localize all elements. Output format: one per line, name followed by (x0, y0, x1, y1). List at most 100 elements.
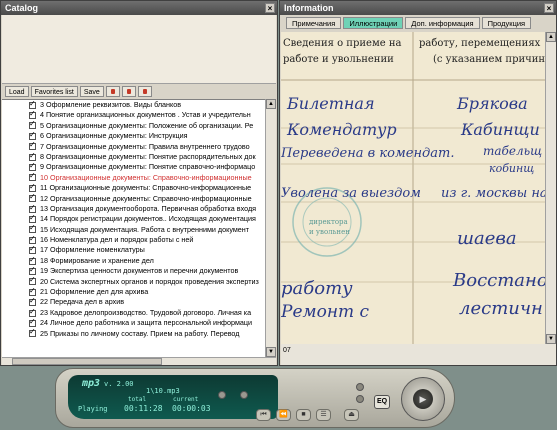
scroll-down-arrow-icon[interactable]: ▼ (266, 347, 276, 357)
hand-line-1: Билетная (287, 94, 375, 113)
checkbox[interactable] (29, 318, 36, 327)
list-item[interactable]: 11 Организационные документы: Справочно-… (2, 183, 265, 193)
track-name: 1\10.mp3 (146, 387, 180, 395)
list-item-label: 3 Оформление реквизитов. Виды бланков (40, 100, 182, 109)
checkbox[interactable] (29, 235, 36, 244)
list-item[interactable]: 7 Организационные документы: Правила вну… (2, 142, 265, 152)
horizontal-scroll-thumb[interactable] (12, 358, 162, 365)
checkbox[interactable] (29, 245, 36, 255)
checkbox[interactable] (29, 214, 36, 223)
stop-button[interactable]: ■ (296, 409, 311, 421)
play-button-icon[interactable]: ▶ (413, 389, 433, 409)
delete-icon[interactable] (137, 85, 152, 97)
playlist-button[interactable]: ☰ (316, 409, 331, 421)
list-item-label: 24 Личное дело работника и защита персон… (40, 318, 253, 328)
checkbox[interactable] (29, 266, 36, 275)
list-item[interactable]: 14 Порядок регистрации документов.. Исхо… (2, 214, 265, 224)
document-illustration: Сведения о приеме на работе и увольнении… (281, 32, 545, 344)
checkbox[interactable] (29, 297, 36, 307)
list-item[interactable]: 8 Организационные документы: Понятие рас… (2, 152, 265, 162)
load-button[interactable]: Load (5, 85, 29, 97)
checkbox[interactable] (29, 142, 36, 151)
list-item[interactable]: 12 Организационные документы: Справочно-… (2, 194, 265, 204)
checkbox[interactable] (29, 110, 36, 119)
hand-line-5: Брякова (457, 94, 528, 113)
checkbox[interactable] (29, 152, 36, 161)
jog-dial[interactable]: ▶ (401, 377, 445, 421)
prev-track-button[interactable]: ⏮ (256, 409, 271, 421)
list-item[interactable]: 4 Понятие организационных документов . У… (2, 110, 265, 120)
list-item[interactable]: 23 Кадровое делопроизводство. Трудовой д… (2, 308, 265, 318)
catalog-window: Catalog × Load Favorites list Save 3 Офо… (0, 0, 278, 366)
list-item[interactable]: 3 Оформление реквизитов. Виды бланков (2, 100, 265, 110)
list-item-label: 11 Организационные документы: Справочно-… (40, 183, 252, 193)
info-scroll-down-arrow-icon[interactable]: ▼ (546, 334, 556, 344)
tab-notes[interactable]: Примечания (286, 17, 342, 29)
checkbox[interactable] (29, 204, 36, 213)
eq-button[interactable]: EQ (374, 395, 390, 409)
hand-line-9: из г. москвы на (441, 186, 545, 201)
catalog-titlebar[interactable]: Catalog × (1, 1, 277, 15)
list-item[interactable]: 9 Организационные документы: Понятие спр… (2, 162, 265, 172)
balance-knob-icon[interactable] (240, 391, 248, 399)
move-icon[interactable] (105, 85, 120, 97)
list-item[interactable]: 25 Приказы по личному составу. Прием на … (2, 329, 265, 339)
information-vertical-scrollbar[interactable]: ▲ ▼ (545, 32, 556, 344)
scroll-up-arrow-icon[interactable]: ▲ (266, 99, 276, 109)
hand-line-10: шаева (457, 228, 517, 249)
checkbox[interactable] (29, 183, 36, 192)
volume-knob-icon[interactable] (218, 391, 226, 399)
list-item[interactable]: 13 Организация документооборота. Первичн… (2, 204, 265, 214)
list-item[interactable]: 20 Система экспертных органов и порядок … (2, 277, 265, 287)
information-titlebar[interactable]: Information × (280, 1, 556, 15)
print-line-3: работу, перемещениях (419, 38, 541, 49)
checkbox[interactable] (29, 225, 36, 234)
list-item[interactable]: 10 Организационные документы: Справочно-… (2, 173, 265, 183)
favorites-list-button[interactable]: Favorites list (30, 85, 78, 97)
info-scroll-up-arrow-icon[interactable]: ▲ (546, 32, 556, 42)
list-item[interactable]: 18 Формирование и хранение дел (2, 256, 265, 266)
list-item[interactable]: 24 Личное дело работника и защита персон… (2, 318, 265, 328)
list-item[interactable]: 6 Организационные документы: Инструкция (2, 131, 265, 141)
checkbox[interactable] (29, 131, 36, 140)
list-item[interactable]: 16 Номенклатура дел и порядок работы с н… (2, 235, 265, 245)
catalog-horizontal-scrollbar[interactable] (2, 357, 276, 365)
checkbox[interactable] (29, 121, 36, 130)
catalog-close-button[interactable]: × (265, 3, 275, 13)
checkbox[interactable] (29, 100, 36, 109)
open-file-button[interactable]: ⏏ (344, 409, 359, 421)
close-player-icon[interactable] (356, 395, 364, 403)
checkbox[interactable] (29, 256, 36, 265)
list-item[interactable]: 5 Организационные документы: Положение о… (2, 121, 265, 131)
checkbox[interactable] (29, 162, 36, 171)
tab-extra-info[interactable]: Доп. информация (405, 17, 480, 29)
list-item[interactable]: 17 Оформление номенклатуры (2, 245, 265, 255)
tab-products[interactable]: Продукция (481, 17, 532, 29)
checkbox[interactable] (29, 287, 36, 296)
minimize-icon[interactable] (356, 383, 364, 391)
player-display: mp3 v. 2.00 1\10.mp3 total current Playi… (68, 375, 278, 419)
hand-line-4: Уволена за выездом (281, 186, 421, 201)
save-button[interactable]: Save (79, 85, 104, 97)
checkbox[interactable] (29, 308, 36, 317)
list-item[interactable]: 19 Экспертиза ценности документов и пере… (2, 266, 265, 276)
information-close-button[interactable]: × (544, 3, 554, 13)
list-item[interactable]: 15 Исходящая документация. Работа с внут… (2, 225, 265, 235)
checkbox[interactable] (29, 329, 36, 338)
tab-illustrations[interactable]: Иллюстрации (343, 17, 404, 29)
list-item-label: 10 Организационные документы: Справочно-… (40, 172, 252, 182)
list-item-label: 25 Приказы по личному составу. Прием на … (40, 328, 240, 338)
checkbox[interactable] (29, 194, 36, 203)
up-down-icon[interactable] (121, 85, 136, 97)
list-item[interactable]: 22 Передача дел в архив (2, 297, 265, 307)
checkbox[interactable] (29, 277, 36, 286)
catalog-vertical-scrollbar[interactable]: ▲ ▼ (265, 99, 276, 357)
list-item-label: 7 Организационные документы: Правила вну… (40, 141, 250, 151)
list-item-label: 6 Организационные документы: Инструкция (40, 131, 188, 141)
rewind-button[interactable]: ⏪ (276, 409, 291, 421)
list-item[interactable]: 21 Оформление дел для архива (2, 287, 265, 297)
hand-line-12: лестичн (459, 298, 543, 319)
checkbox[interactable] (29, 173, 36, 182)
list-item-label: 23 Кадровое делопроизводство. Трудовой д… (40, 307, 252, 317)
current-label: current (173, 396, 199, 403)
